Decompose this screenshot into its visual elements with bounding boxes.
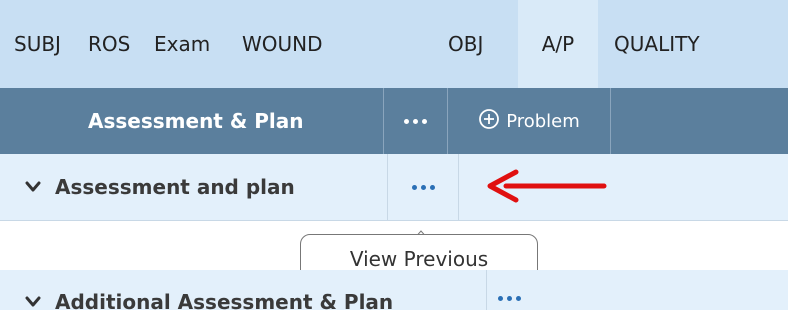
- tab-ap[interactable]: A/P: [518, 0, 598, 88]
- ellipsis-icon: [403, 118, 409, 124]
- tab-quality[interactable]: QUALITY: [614, 0, 700, 88]
- tab-obj[interactable]: OBJ: [448, 0, 483, 88]
- plus-circle-icon: [478, 108, 500, 135]
- ellipsis-icon: [498, 296, 503, 301]
- tab-wound[interactable]: WOUND: [242, 0, 323, 88]
- add-problem-label: Problem: [506, 110, 580, 132]
- annotation-arrow-icon: [484, 168, 608, 208]
- chevron-down-icon[interactable]: [24, 179, 42, 198]
- tab-ros[interactable]: ROS: [88, 0, 130, 88]
- tab-subj[interactable]: SUBJ: [14, 0, 61, 88]
- divider: [486, 270, 487, 310]
- toolbar-more-button[interactable]: [384, 88, 446, 154]
- section-title[interactable]: Additional Assessment & Plan: [55, 290, 393, 314]
- toolbar-title: Assessment & Plan: [88, 109, 304, 133]
- section-title[interactable]: Assessment and plan: [55, 154, 295, 220]
- add-problem-button[interactable]: Problem: [448, 88, 610, 154]
- chevron-down-icon[interactable]: [24, 294, 42, 313]
- section-more-button[interactable]: [388, 154, 458, 220]
- tab-exam[interactable]: Exam: [154, 0, 210, 88]
- divider: [610, 88, 611, 154]
- section-more-button[interactable]: [498, 296, 521, 301]
- divider: [458, 154, 459, 220]
- ellipsis-icon: [411, 184, 417, 190]
